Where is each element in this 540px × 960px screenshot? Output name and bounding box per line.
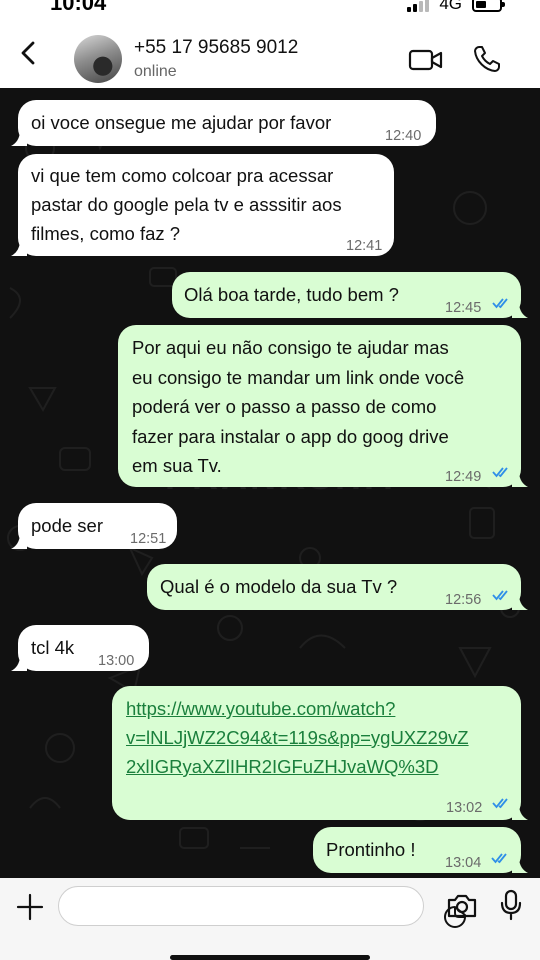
bubble-tail xyxy=(512,596,528,610)
avatar[interactable] xyxy=(74,35,122,83)
message-bubble-incoming[interactable]: pode ser 12:51 xyxy=(11,503,177,549)
message-bubble-incoming[interactable]: oi voce onsegue me ajudar por favor 12:4… xyxy=(11,100,436,146)
bubble-tail xyxy=(512,473,528,487)
message-time: 13:02 xyxy=(446,800,483,816)
message-time: 12:45 xyxy=(445,300,482,316)
message-text: filmes, como faz ? xyxy=(31,223,181,244)
double-check-icon xyxy=(492,590,508,601)
status-indicators: 4G xyxy=(407,0,505,14)
bubble-tail xyxy=(512,304,528,318)
message-time: 12:40 xyxy=(385,128,422,144)
message-text: Olá boa tarde, tudo bem ? xyxy=(184,284,399,305)
message-text: Qual é o modelo da sua Tv ? xyxy=(160,576,398,597)
camera-icon[interactable] xyxy=(446,893,478,919)
status-time: 10:04 xyxy=(50,0,107,15)
double-check-icon xyxy=(492,467,508,478)
composer-bar xyxy=(0,878,540,960)
message-text: vi que tem como colcoar pra acessar xyxy=(31,165,334,186)
home-indicator xyxy=(170,955,370,960)
bubble-tail xyxy=(512,806,528,820)
message-text: pode ser xyxy=(31,515,103,536)
message-time: 13:00 xyxy=(98,653,135,669)
message-input[interactable] xyxy=(58,886,466,928)
chevron-left-icon[interactable] xyxy=(14,38,44,68)
message-text: oi voce onsegue me ajudar por favor xyxy=(31,112,332,133)
bubble-tail xyxy=(512,859,528,873)
contact-name[interactable]: +55 17 95685 9012 xyxy=(134,37,298,59)
message-text: tcl 4k xyxy=(31,637,75,658)
status-bar: 10:04 4G xyxy=(0,0,540,18)
message-bubble-outgoing[interactable]: Qual é o modelo da sua Tv ? 12:56 xyxy=(147,564,528,610)
message-link[interactable]: https://www.youtube.com/watch? xyxy=(126,694,395,724)
message-bubble-outgoing[interactable]: Por aqui eu não consigo te ajudar mas eu… xyxy=(118,325,528,487)
message-bubble-incoming[interactable]: vi que tem como colcoar pra acessar past… xyxy=(11,154,394,256)
message-time: 12:49 xyxy=(445,469,482,485)
message-link[interactable]: v=lNLJjWZ2C94&t=119s&pp=ygUXZ29vZ xyxy=(126,723,469,753)
bubble-tail xyxy=(11,535,27,549)
message-bubble-outgoing[interactable]: https://www.youtube.com/watch? v=lNLJjWZ… xyxy=(112,686,528,820)
contact-status: online xyxy=(134,63,177,80)
double-check-icon xyxy=(492,798,508,809)
plus-icon[interactable] xyxy=(16,893,44,921)
message-text: Por aqui eu não consigo te ajudar mas xyxy=(132,337,449,358)
message-text: em sua Tv. xyxy=(132,455,222,476)
bubble-tail xyxy=(11,242,27,256)
phone-icon[interactable] xyxy=(472,44,502,74)
message-text: fazer para instalar o app do goog drive xyxy=(132,426,449,447)
message-text: pastar do google pela tv e asssitir aos xyxy=(31,194,342,215)
chat-header: +55 17 95685 9012 online xyxy=(0,18,540,88)
message-text: Prontinho ! xyxy=(326,839,416,860)
message-text: poderá ver o passo a passo de como xyxy=(132,396,437,417)
message-text: eu consigo te mandar um link onde você xyxy=(132,367,465,388)
message-bubble-incoming[interactable]: tcl 4k 13:00 xyxy=(11,625,149,671)
message-time: 12:41 xyxy=(346,238,383,254)
message-link[interactable]: 2xlIGRyaXZlIHR2IGFuZHJvaWQ%3D xyxy=(126,752,439,782)
video-call-icon[interactable] xyxy=(408,48,444,72)
message-time: 13:04 xyxy=(445,855,482,871)
battery-icon xyxy=(472,0,505,12)
signal-icon xyxy=(407,0,430,12)
bubble-tail xyxy=(11,657,27,671)
microphone-icon[interactable] xyxy=(500,889,522,921)
network-type: 4G xyxy=(439,0,462,13)
message-bubble-outgoing[interactable]: Olá boa tarde, tudo bem ? 12:45 xyxy=(172,272,528,318)
chat-area[interactable]: PRANKSHIT oi voce onsegue me ajudar por … xyxy=(0,88,540,878)
message-time: 12:56 xyxy=(445,592,482,608)
message-time: 12:51 xyxy=(130,531,167,547)
bubble-tail xyxy=(11,132,27,146)
double-check-icon xyxy=(491,853,507,864)
message-bubble-outgoing[interactable]: Prontinho ! 13:04 xyxy=(313,827,528,873)
double-check-icon xyxy=(492,298,508,309)
